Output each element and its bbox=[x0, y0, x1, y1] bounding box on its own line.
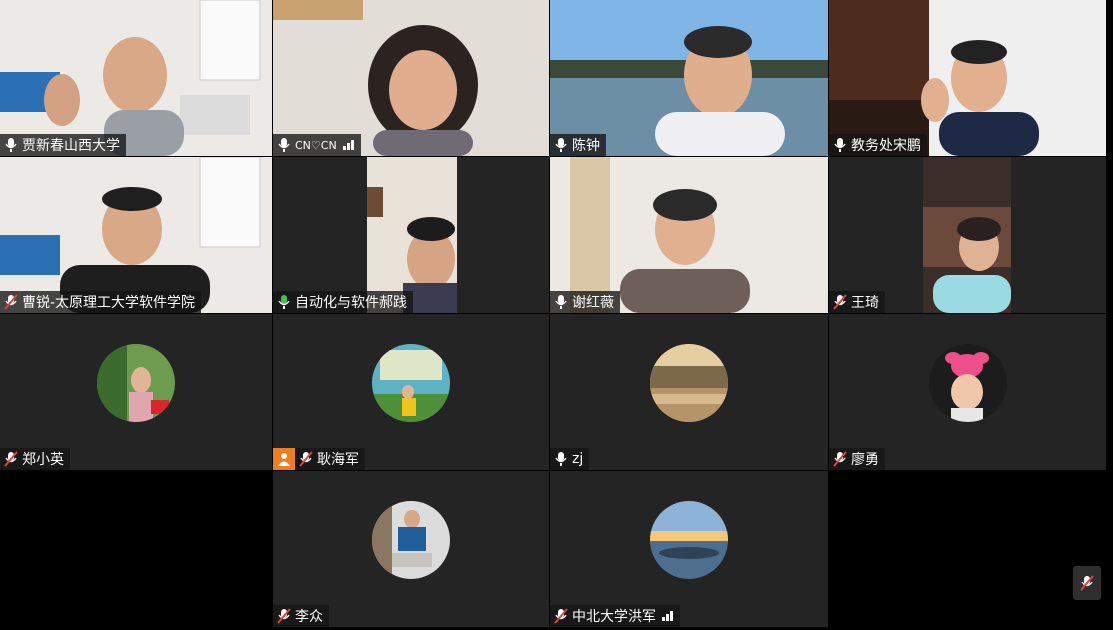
participant-tile[interactable]: 廖勇 bbox=[829, 314, 1106, 470]
participant-tile[interactable]: 中北大学洪军 bbox=[550, 471, 828, 627]
video-feed bbox=[550, 157, 828, 313]
empty-tile bbox=[0, 471, 272, 627]
participant-nameplate: 谢红薇 bbox=[550, 291, 620, 313]
participant-nameplate: 李众 bbox=[273, 605, 329, 627]
microphone-icon bbox=[278, 138, 290, 152]
participant-name: 谢红薇 bbox=[572, 295, 614, 311]
video-feed bbox=[367, 157, 457, 313]
microphone-muted-icon bbox=[4, 294, 18, 310]
participant-name: 贾新春山西大学 bbox=[22, 138, 120, 154]
video-feed bbox=[273, 0, 549, 156]
participant-nameplate: 郑小英 bbox=[0, 448, 70, 470]
participant-tile[interactable]: 谢红薇 bbox=[550, 157, 828, 313]
video-feed bbox=[923, 157, 1011, 313]
video-feed bbox=[0, 0, 272, 156]
microphone-muted-icon bbox=[4, 451, 18, 467]
participant-tile[interactable]: 自动化与软件郝践 bbox=[273, 157, 549, 313]
participant-nameplate: zj bbox=[550, 448, 590, 470]
participant-nameplate: 曹锐-太原理工大学软件学院 bbox=[0, 291, 202, 313]
microphone-muted-icon bbox=[833, 451, 847, 467]
avatar bbox=[650, 501, 728, 579]
participant-name: 郑小英 bbox=[22, 452, 64, 468]
video-grid: 贾新春山西大学 CN♡CN 陈钟 教务处宋鹏 曹锐-太原理工大学软件学院 自动化… bbox=[0, 0, 1106, 627]
participant-tile[interactable]: 陈钟 bbox=[550, 0, 828, 156]
participant-nameplate: 王琦 bbox=[829, 291, 885, 313]
video-feed bbox=[550, 0, 828, 156]
participant-name: 陈钟 bbox=[572, 138, 600, 154]
participant-name: 中北大学洪军 bbox=[572, 609, 656, 625]
participant-name: 王琦 bbox=[851, 295, 879, 311]
participant-tile[interactable]: 郑小英 bbox=[0, 314, 272, 470]
microphone-muted-icon bbox=[833, 294, 847, 310]
microphone-muted-icon bbox=[554, 608, 568, 624]
video-feed bbox=[0, 157, 272, 313]
participant-name: CN♡CN bbox=[295, 138, 337, 152]
microphone-muted-icon bbox=[299, 451, 313, 467]
participant-nameplate: 教务处宋鹏 bbox=[829, 134, 927, 156]
microphone-icon bbox=[278, 295, 290, 309]
participant-tile[interactable]: 贾新春山西大学 bbox=[0, 0, 272, 156]
participant-tile[interactable]: CN♡CN bbox=[273, 0, 549, 156]
participant-name: 李众 bbox=[295, 609, 323, 625]
participant-nameplate: 耿海军 bbox=[273, 448, 365, 470]
participant-name: 曹锐-太原理工大学软件学院 bbox=[22, 295, 196, 311]
microphone-muted-icon bbox=[1080, 575, 1094, 591]
participant-nameplate: 贾新春山西大学 bbox=[0, 134, 126, 156]
avatar bbox=[372, 501, 450, 579]
participant-name: zj bbox=[572, 451, 584, 467]
empty-tile bbox=[829, 471, 1106, 627]
microphone-muted-icon bbox=[277, 608, 291, 624]
avatar bbox=[372, 344, 450, 422]
signal-bars-icon bbox=[662, 611, 673, 621]
participant-tile[interactable]: 曹锐-太原理工大学软件学院 bbox=[0, 157, 272, 313]
participant-name: 廖勇 bbox=[851, 452, 879, 468]
microphone-icon bbox=[555, 295, 567, 309]
participant-name: 自动化与软件郝践 bbox=[295, 295, 407, 311]
participant-name: 耿海军 bbox=[317, 452, 359, 468]
participant-tile[interactable]: 教务处宋鹏 bbox=[829, 0, 1106, 156]
participant-tile[interactable]: zj bbox=[550, 314, 828, 470]
microphone-icon bbox=[5, 138, 17, 152]
microphone-icon bbox=[555, 452, 567, 466]
participant-tile[interactable]: 耿海军 bbox=[273, 314, 549, 470]
avatar bbox=[97, 344, 175, 422]
microphone-icon bbox=[555, 138, 567, 152]
participant-nameplate: 中北大学洪军 bbox=[550, 605, 680, 627]
mute-toggle-button[interactable] bbox=[1073, 566, 1101, 600]
participant-tile[interactable]: 王琦 bbox=[829, 157, 1106, 313]
participant-nameplate: CN♡CN bbox=[273, 134, 361, 156]
video-feed bbox=[829, 0, 1106, 156]
participant-nameplate: 自动化与软件郝践 bbox=[273, 291, 413, 313]
participant-nameplate: 廖勇 bbox=[829, 448, 885, 470]
participant-nameplate: 陈钟 bbox=[550, 134, 606, 156]
microphone-icon bbox=[834, 138, 846, 152]
signal-bars-icon bbox=[342, 140, 354, 150]
avatar bbox=[928, 344, 1007, 422]
user-icon bbox=[273, 448, 295, 470]
participant-tile[interactable]: 李众 bbox=[273, 471, 549, 627]
avatar bbox=[650, 344, 728, 422]
participant-name: 教务处宋鹏 bbox=[851, 138, 921, 154]
